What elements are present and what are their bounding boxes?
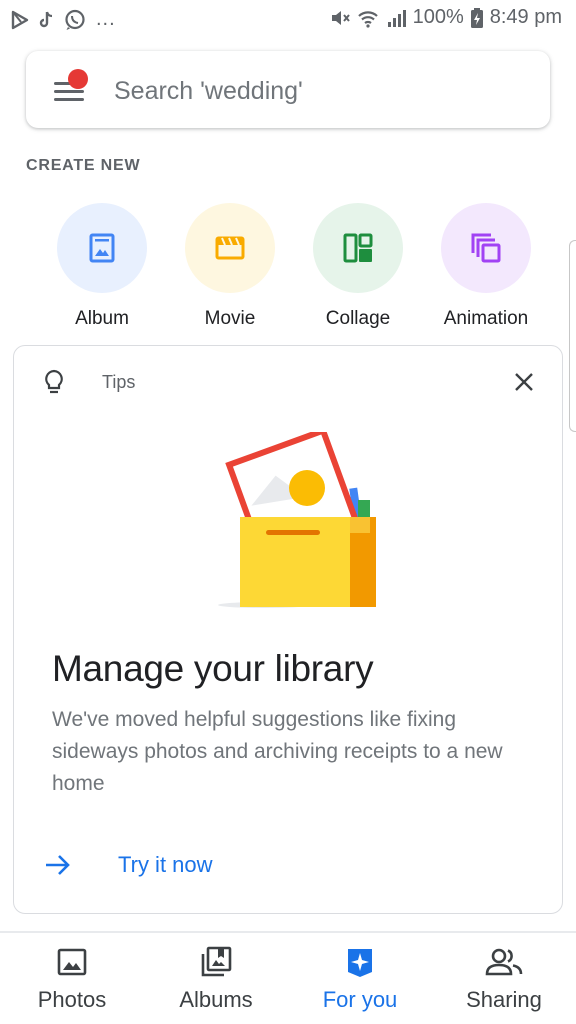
- albums-icon: [201, 946, 232, 977]
- nav-photos-label: Photos: [37, 987, 107, 1012]
- nav-albums[interactable]: Albums: [144, 933, 288, 1024]
- tips-label: Tips: [102, 371, 136, 392]
- mute-icon: [331, 10, 350, 25]
- status-notifications: ...: [10, 8, 116, 31]
- collage-icon: [343, 233, 373, 263]
- collage-label: Collage: [325, 308, 391, 329]
- movie-icon-circle: [185, 203, 275, 293]
- tips-header: Tips: [42, 368, 135, 396]
- movie-label: Movie: [204, 308, 256, 329]
- play-store-icon: [11, 10, 29, 29]
- try-it-now-button[interactable]: Try it now: [44, 852, 213, 878]
- status-indicators: 100% 8:49 pm: [329, 6, 562, 29]
- create-animation-button[interactable]: Animation: [421, 203, 551, 331]
- library-illustration: [218, 432, 376, 608]
- search-bar[interactable]: [26, 51, 550, 128]
- animation-label: Animation: [443, 308, 529, 329]
- create-collage-button[interactable]: Collage: [293, 203, 423, 331]
- create-new-label: CREATE NEW: [26, 157, 141, 174]
- battery-percent: 100%: [412, 6, 464, 28]
- battery-charging-icon: [470, 7, 483, 28]
- nav-albums-label: Albums: [179, 987, 253, 1012]
- sharing-icon: [485, 948, 523, 976]
- bottom-navigation: Photos Albums For you Sharing: [0, 933, 576, 1024]
- status-bar: ... 100% 8:49 pm: [0, 0, 576, 40]
- animation-icon: [471, 233, 501, 263]
- nav-photos[interactable]: Photos: [0, 933, 144, 1024]
- album-icon: [89, 233, 115, 263]
- close-icon[interactable]: [512, 370, 536, 394]
- lightbulb-icon: [45, 369, 63, 394]
- tips-body: We've moved helpful suggestions like fix…: [52, 708, 503, 795]
- nav-for-you[interactable]: For you: [288, 933, 432, 1024]
- animation-icon-circle: [441, 203, 531, 293]
- status-overflow: ...: [96, 8, 116, 30]
- nav-for-you-label: For you: [322, 987, 398, 1012]
- create-movie-button[interactable]: Movie: [165, 203, 295, 331]
- status-time: 8:49 pm: [489, 6, 562, 28]
- tips-title: Manage your library: [52, 648, 374, 689]
- signal-icon: [387, 9, 406, 27]
- arrow-right-icon: [46, 855, 70, 875]
- movie-icon: [215, 236, 245, 260]
- whatsapp-icon: [65, 9, 85, 30]
- collage-icon-circle: [313, 203, 403, 293]
- for-you-icon: [348, 949, 372, 977]
- nav-sharing[interactable]: Sharing: [432, 933, 576, 1024]
- search-input[interactable]: [114, 71, 514, 111]
- try-it-now-label: Try it now: [118, 852, 213, 877]
- photos-icon: [57, 948, 87, 976]
- wifi-icon: [357, 10, 378, 28]
- create-album-button[interactable]: Album: [37, 203, 167, 331]
- nav-sharing-label: Sharing: [466, 987, 542, 1012]
- album-label: Album: [75, 308, 129, 329]
- scroll-indicator: [569, 240, 576, 432]
- album-icon-circle: [57, 203, 147, 293]
- tips-card: Tips Manage your library We've moved hel…: [13, 345, 563, 914]
- notification-dot: [68, 69, 88, 89]
- tiktok-icon: [39, 11, 53, 27]
